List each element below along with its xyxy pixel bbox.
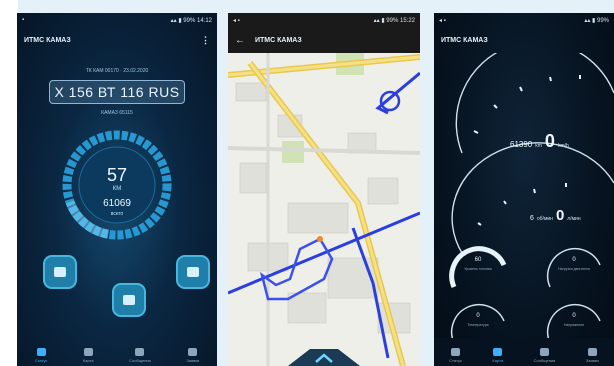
nav-requests[interactable]: Заявки (586, 348, 599, 363)
rpm-value: 6 (530, 215, 534, 222)
app-title: ИТМС КАМАЗ (255, 36, 302, 44)
speed-unit: КМ (112, 186, 122, 192)
driver-button[interactable] (43, 255, 77, 289)
bottom-nav: Статус Карта Сообщения Заявки (434, 338, 614, 366)
person-icon (54, 267, 66, 277)
app-bar: ИТМС КАМАЗ (434, 27, 614, 53)
nav-map[interactable]: Карта (83, 348, 94, 363)
truck-icon (83, 348, 93, 356)
odometer-value: 61069 (103, 198, 131, 209)
flag-icon (587, 348, 597, 356)
nav-map[interactable]: Карта (492, 348, 503, 363)
nav-requests[interactable]: Заявки (186, 348, 199, 363)
nav-messages[interactable]: Сообщения (129, 348, 151, 363)
home-button[interactable] (112, 283, 146, 317)
speed-value: 0 (544, 131, 555, 151)
vehicle-info-top: ТК КАМ 00170 · 23.02.2020 (85, 68, 149, 74)
message-icon (135, 348, 145, 356)
chart-icon (451, 348, 461, 356)
app-bar: ИТМС КАМАЗ ⋮ (17, 27, 217, 53)
back-arrow-icon[interactable]: ← (235, 35, 245, 46)
gauge1-reading: 61390 km 0 km/h (510, 131, 569, 151)
speed-value: 57 (106, 165, 128, 185)
map-view[interactable] (228, 53, 420, 366)
message-icon (539, 348, 549, 356)
vehicle-model: КАМАЗ 65115 (101, 110, 133, 116)
home-icon (123, 295, 135, 305)
app-bar: ← ИТМС КАМАЗ (228, 27, 420, 53)
message-button[interactable] (176, 255, 210, 289)
odometer-value: 61390 (510, 140, 533, 149)
mini-gauge-fuel: 60 Уровень топлива (448, 235, 508, 291)
gauge2-reading: 6 об/мин 0 л/мин (530, 207, 581, 224)
status-bar: ▪ ▴▴ ▮ 99% 14:12 (22, 17, 212, 24)
app-title: ИТМС КАМАЗ (24, 36, 71, 44)
nav-status[interactable]: Статус (35, 348, 47, 363)
mini-gauge-load: 0 Нагрузка двигателя (544, 235, 604, 291)
nav-messages[interactable]: Сообщения (534, 348, 555, 363)
phone-status-screen: ▪ ▴▴ ▮ 99% 14:12 ИТМС КАМАЗ ⋮ ТК КАМ 0017… (17, 13, 217, 366)
chat-icon (187, 267, 199, 277)
more-menu-icon[interactable]: ⋮ (201, 35, 210, 46)
app-title: ИТМС КАМАЗ (441, 36, 488, 44)
status-bar: ◂ ▪ ▴▴ ▮ 99% (439, 17, 609, 24)
phone-dashboard-screen: ◂ ▪ ▴▴ ▮ 99% ИТМС КАМАЗ 61390 km 0 km/h 6… (434, 13, 614, 366)
flag-icon (188, 348, 198, 356)
chart-icon (36, 348, 46, 356)
license-plate: Х 156 ВТ 116 RUS (49, 80, 185, 104)
bottom-nav: Статус Карта Сообщения Заявки (17, 338, 217, 366)
odometer-unit: всего (110, 211, 124, 217)
phone-map-screen: ◂ ▪ ▴▴ ▮ 99% 15:22 ← ИТМС КАМАЗ (228, 13, 420, 366)
truck-icon (493, 348, 503, 356)
status-bar: ◂ ▪ ▴▴ ▮ 99% 15:22 (228, 13, 420, 27)
fuel-rate-value: 0 (555, 207, 565, 224)
nav-status[interactable]: Статус (449, 348, 462, 363)
